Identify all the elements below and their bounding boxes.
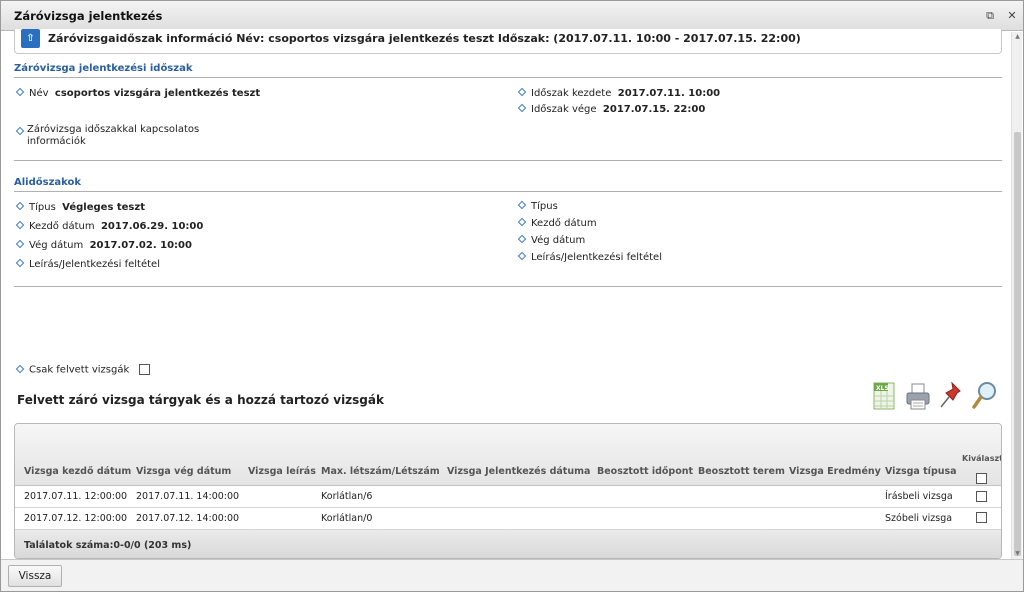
vertical-scrollbar[interactable]: ▲ ▼ (1011, 32, 1022, 559)
field-type: Típus Végleges teszt (15, 201, 145, 214)
column-header[interactable]: Beosztott terem (698, 466, 785, 477)
diamond-bullet-icon (15, 239, 25, 249)
collapse-up-icon[interactable]: ⇧ (21, 29, 40, 48)
diamond-bullet-icon (517, 217, 527, 227)
field-period-start: Időszak kezdete 2017.07.11. 10:00 (517, 87, 721, 100)
scroll-up-icon[interactable]: ▲ (1012, 32, 1023, 42)
field-start-date: Kezdő dátum (517, 217, 597, 230)
close-icon[interactable]: ✕ (1005, 9, 1019, 23)
cell-type: Írásbeli vizsga (885, 491, 953, 502)
field-description: Leírás/Jelentkezési feltétel (15, 258, 160, 271)
field-description: Leírás/Jelentkezési feltétel (517, 251, 662, 264)
field-period-end: Időszak vége 2017.07.15. 22:00 (517, 103, 706, 116)
cell-type: Szóbeli vizsga (885, 513, 953, 524)
column-header[interactable]: Beosztott időpont (597, 466, 693, 477)
table-footer: Találatok száma:0-0/0 (203 ms) (15, 530, 1001, 558)
field-label: Leírás/Jelentkezési feltétel (531, 252, 662, 263)
print-icon[interactable] (904, 380, 932, 412)
field-label: Kezdő dátum (29, 221, 95, 232)
column-header[interactable]: Vizsga vég dátum (136, 466, 231, 477)
column-header[interactable]: Vizsga Jelentkezés dátuma (447, 466, 590, 477)
field-end-date: Vég dátum 2017.07.02. 10:00 (15, 239, 192, 252)
table-row[interactable]: 2017.07.11. 12:00:00 2017.07.11. 14:00:0… (15, 486, 1001, 508)
field-label: Vég dátum (29, 240, 84, 251)
only-enrolled-filter: Csak felvett vizsgák (15, 364, 150, 377)
svg-text:XLS: XLS (876, 385, 889, 392)
divider (14, 160, 1002, 161)
field-value: 2017.07.15. 22:00 (602, 104, 706, 115)
column-header[interactable]: Vizsga típusa (885, 466, 957, 477)
excel-export-icon[interactable]: XLS (871, 380, 899, 412)
scrollbar-thumb[interactable] (1014, 132, 1021, 556)
table-row[interactable]: 2017.07.12. 12:00:00 2017.07.12. 14:00:0… (15, 508, 1001, 530)
cell-capacity: Korlátlan/6 (321, 491, 373, 502)
column-header: Kiválaszt (962, 454, 1002, 463)
field-label: Név (29, 88, 49, 99)
only-enrolled-checkbox[interactable] (138, 364, 150, 375)
period-info-panel: ⇧ Záróvizsgaidőszak információ Név: csop… (14, 29, 1002, 54)
field-value: 2017.07.11. 10:00 (617, 88, 721, 99)
field-label: Típus (531, 201, 558, 212)
column-header[interactable]: Vizsga leírás (248, 466, 316, 477)
diamond-bullet-icon (517, 251, 527, 261)
field-value: 2017.07.02. 10:00 (89, 240, 192, 251)
field-value: csoportos vizsgára jelentkezés teszt (54, 88, 261, 99)
scroll-down-icon[interactable]: ▼ (1012, 549, 1023, 559)
field-start-date: Kezdő dátum 2017.06.29. 10:00 (15, 220, 204, 233)
diamond-bullet-icon (517, 200, 527, 210)
divider (14, 286, 1002, 287)
cell-start: 2017.07.12. 12:00:00 (24, 513, 128, 524)
filter-label: Csak felvett vizsgák (29, 364, 130, 376)
diamond-bullet-icon (15, 220, 25, 230)
search-icon[interactable] (971, 380, 999, 412)
cell-capacity: Korlátlan/0 (321, 513, 373, 524)
popout-icon[interactable]: ⧉ (983, 9, 997, 23)
period-info-text: Záróvizsgaidőszak információ Név: csopor… (48, 32, 801, 45)
diamond-bullet-icon (15, 258, 25, 268)
cell-end: 2017.07.11. 14:00:00 (136, 491, 240, 502)
divider (14, 77, 1002, 78)
field-label: Időszak vége (531, 104, 597, 115)
period-section-title: Záróvizsga jelentkezési időszak (14, 63, 193, 74)
divider (14, 191, 1002, 192)
diamond-bullet-icon (15, 364, 25, 373)
table-header: Vizsga kezdő dátum Vizsga vég dátum Vizs… (15, 424, 1002, 486)
field-label: Leírás/Jelentkezési feltétel (29, 259, 160, 270)
window-title: Záróvizsga jelentkezés (14, 9, 163, 23)
row-select-checkbox[interactable] (976, 512, 987, 523)
field-type: Típus (517, 200, 558, 213)
diamond-bullet-icon (15, 201, 25, 211)
field-label: Záróvizsga időszakkal kapcsolatos inform… (27, 124, 200, 147)
column-header[interactable]: Vizsga kezdő dátum (24, 466, 131, 477)
cell-end: 2017.07.12. 14:00:00 (136, 513, 240, 524)
column-header[interactable]: Max. létszám/Létszám (321, 466, 440, 477)
field-label: Kezdő dátum (531, 218, 597, 229)
back-button[interactable]: Vissza (8, 565, 62, 587)
field-end-date: Vég dátum (517, 234, 586, 247)
field-value: Végleges teszt (62, 202, 145, 213)
diamond-bullet-icon (517, 234, 527, 244)
cell-start: 2017.07.11. 12:00:00 (24, 491, 128, 502)
field-label: Típus (29, 202, 56, 213)
diamond-bullet-icon (517, 87, 527, 97)
field-label: Vég dátum (531, 235, 586, 246)
subperiods-section-title: Alidőszakok (14, 177, 82, 188)
pin-icon[interactable] (938, 380, 966, 412)
exam-table: Vizsga kezdő dátum Vizsga vég dátum Vizs… (14, 423, 1002, 559)
results-count: Találatok száma:0-0/0 (203 ms) (24, 540, 192, 551)
list-title: Felvett záró vizsga tárgyak és a hozzá t… (17, 393, 384, 407)
field-label: Időszak kezdete (531, 88, 612, 99)
bottom-bar: Vissza (1, 559, 1023, 591)
field-name: Név csoportos vizsgára jelentkezés teszt (15, 87, 261, 100)
column-header[interactable]: Vizsga Eredmény (789, 466, 881, 477)
dialog-window: Záróvizsga jelentkezés ⧉ ✕ ▲ ▼ ⇧ Záróviz… (0, 0, 1024, 592)
title-bar: Záróvizsga jelentkezés ⧉ ✕ (1, 1, 1023, 31)
row-select-checkbox[interactable] (976, 491, 987, 502)
diamond-bullet-icon (517, 103, 527, 113)
diamond-bullet-icon (15, 87, 25, 97)
field-value: 2017.06.29. 10:00 (100, 221, 204, 232)
field-period-info: Záróvizsga időszakkal kapcsolatos inform… (15, 124, 217, 148)
select-all-checkbox[interactable] (976, 473, 987, 484)
